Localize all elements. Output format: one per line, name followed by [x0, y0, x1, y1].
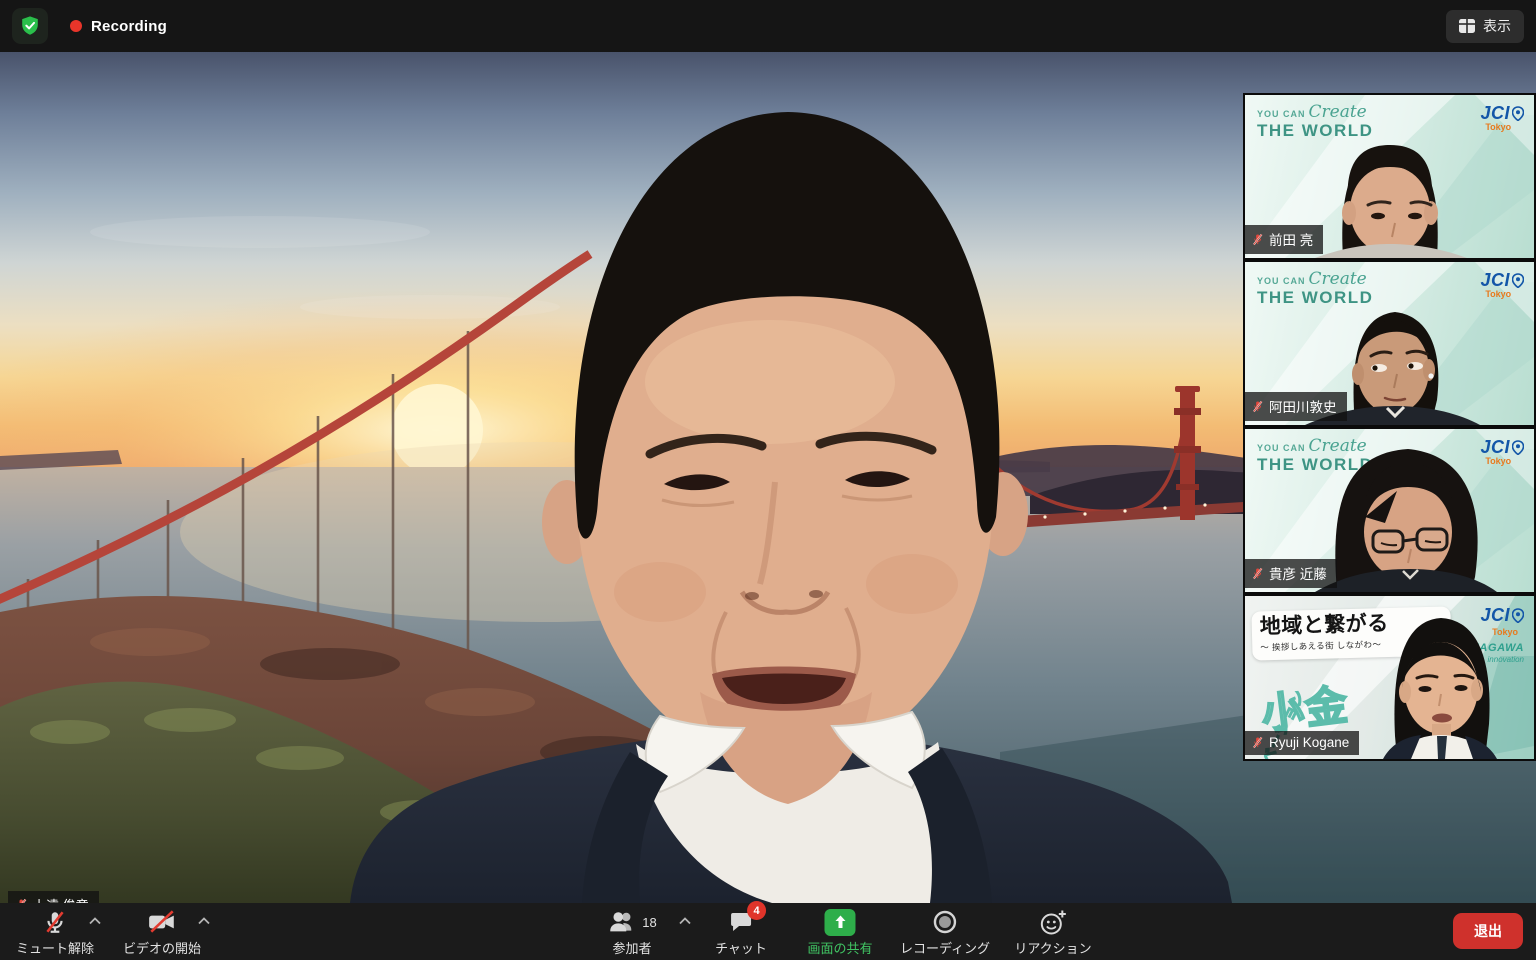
unmute-button[interactable]: ミュート解除 — [16, 908, 94, 957]
participants-label: 参加者 — [612, 938, 651, 957]
reactions-label: リアクション — [1014, 938, 1091, 957]
active-speaker-video: 上遠 俊章 YOU CANCreate THE WORLD JCI — [0, 52, 1536, 903]
video-options-chevron[interactable] — [197, 917, 211, 925]
mic-muted-icon — [1252, 736, 1263, 749]
participant-name-label: 貴彦 近藤 — [1245, 559, 1337, 588]
participant-filmstrip: YOU CANCreate THE WORLD JCI Tokyo — [1243, 93, 1536, 761]
reactions-smiley-icon — [1039, 909, 1067, 936]
leave-meeting-button[interactable]: 退出 — [1453, 913, 1523, 949]
participant-name-text: 貴彦 近藤 — [1269, 563, 1327, 583]
participant-name-label: Ryuji Kogane — [1245, 731, 1359, 755]
chat-unread-badge: 4 — [747, 901, 766, 920]
participants-icon — [607, 909, 637, 935]
unmute-label: ミュート解除 — [16, 938, 94, 957]
recording-label: レコーディング — [900, 938, 990, 957]
recording-label: Recording — [91, 18, 167, 35]
recording-dot-icon — [70, 20, 82, 32]
participant-name-text: 前田 亮 — [1269, 229, 1313, 249]
audio-options-chevron[interactable] — [88, 917, 102, 925]
view-button[interactable]: 表示 — [1446, 10, 1524, 43]
participant-tile-maeda[interactable]: YOU CANCreate THE WORLD JCI Tokyo — [1243, 93, 1536, 260]
start-video-label: ビデオの開始 — [123, 938, 201, 957]
participant-tile-atagawa[interactable]: YOU CANCreate THE WORLD JCI Tokyo — [1243, 260, 1536, 427]
mic-muted-icon — [1252, 233, 1263, 246]
mic-muted-icon — [1252, 400, 1263, 413]
top-bar: Recording 表示 — [0, 0, 1536, 52]
start-video-button[interactable]: ビデオの開始 — [123, 908, 201, 957]
chat-label: チャット — [715, 938, 767, 957]
participant-name-label: 阿田川敦史 — [1245, 392, 1347, 421]
self-name-text: 上遠 俊章 — [33, 895, 89, 903]
share-screen-icon — [824, 909, 855, 936]
share-screen-label: 画面の共有 — [807, 938, 872, 957]
share-screen-button[interactable]: 画面の共有 — [807, 908, 872, 957]
view-button-label: 表示 — [1483, 16, 1511, 36]
shield-check-icon — [19, 14, 41, 38]
participant-name-text: 阿田川敦史 — [1269, 396, 1337, 416]
participant-name-label: 前田 亮 — [1245, 225, 1323, 254]
participants-count: 18 — [642, 915, 656, 930]
recording-indicator: Recording — [70, 18, 167, 35]
mic-muted-icon — [1252, 567, 1263, 580]
camera-off-icon — [147, 909, 177, 935]
meeting-toolbar: ミュート解除 ビデオの開始 — [0, 903, 1536, 960]
mic-muted-icon — [42, 909, 68, 935]
security-shield-button[interactable] — [12, 8, 48, 44]
gallery-view-icon — [1459, 19, 1475, 33]
reactions-button[interactable]: リアクション — [1014, 908, 1091, 957]
self-name-label: 上遠 俊章 — [8, 891, 99, 903]
participants-options-chevron[interactable] — [678, 917, 692, 925]
recording-button[interactable]: レコーディング — [900, 908, 990, 957]
participants-button[interactable]: 18 参加者 — [607, 908, 656, 957]
participant-name-text: Ryuji Kogane — [1269, 735, 1349, 750]
participant-tile-kondo[interactable]: YOU CANCreate THE WORLD JCI Tokyo — [1243, 427, 1536, 594]
participant-tile-kogane[interactable]: 地域と繋がる 〜 挨拶しあえる街 しながわ〜 小金 ベーション JCI Toky… — [1243, 594, 1536, 761]
zoom-meeting-window: Recording 表示 — [0, 0, 1536, 960]
record-icon — [932, 909, 958, 935]
chat-button[interactable]: 4 チャット — [715, 908, 767, 957]
